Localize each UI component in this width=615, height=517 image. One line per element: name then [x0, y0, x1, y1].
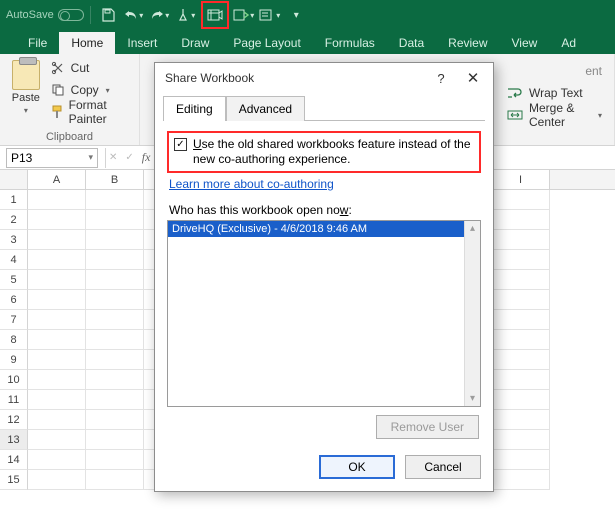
redo-button[interactable]: ▾ [149, 4, 171, 26]
scroll-up-icon[interactable]: ▴ [465, 221, 480, 236]
separator [90, 6, 91, 24]
name-box[interactable]: P13 ▾ [6, 148, 98, 168]
autosave-label: AutoSave [6, 9, 54, 21]
col-header[interactable]: I [492, 170, 550, 189]
share-workbook-dialog: Share Workbook ? ✕ Editing Advanced Use … [154, 62, 494, 492]
cut-button[interactable]: Cut [50, 58, 131, 78]
tab-home[interactable]: Home [59, 32, 115, 54]
clipboard-group: Paste ▾ Cut Copy ▾ [0, 54, 140, 145]
autosave-toggle[interactable]: AutoSave [6, 9, 84, 21]
tab-view[interactable]: View [500, 32, 550, 54]
learn-more-link[interactable]: Learn more about co-authoring [169, 177, 481, 191]
paste-button[interactable]: Paste ▾ [8, 58, 44, 115]
row-header[interactable]: 4 [0, 250, 28, 270]
copy-label: Copy [71, 83, 99, 97]
select-all-corner[interactable] [0, 170, 28, 190]
tab-page-layout[interactable]: Page Layout [221, 32, 312, 54]
customize-qat-icon[interactable]: ▾ [285, 4, 307, 26]
row-header[interactable]: 13 [0, 430, 28, 450]
help-button[interactable]: ? [427, 67, 455, 89]
share-workbook-icon[interactable] [204, 4, 226, 26]
share-workbook-qat-highlight [201, 1, 229, 29]
scroll-down-icon[interactable]: ▾ [465, 391, 480, 406]
col-header[interactable]: B [86, 170, 144, 189]
tab-data[interactable]: Data [387, 32, 436, 54]
row-header[interactable]: 7 [0, 310, 28, 330]
wrap-text-icon [507, 86, 523, 100]
listbox-scrollbar[interactable]: ▴ ▾ [464, 221, 480, 406]
format-painter-icon [50, 105, 64, 119]
row-header[interactable]: 14 [0, 450, 28, 470]
close-button[interactable]: ✕ [459, 67, 487, 89]
touch-mouse-mode-icon[interactable]: ▾ [175, 4, 197, 26]
tab-editing[interactable]: Editing [163, 96, 226, 121]
dialog-body: Use the old shared workbooks feature ins… [163, 120, 485, 445]
clipboard-group-label: Clipboard [8, 129, 131, 143]
merge-center-label: Merge & Center [529, 101, 590, 129]
chevron-down-icon: ▾ [88, 152, 93, 163]
who-has-open-label: Who has this workbook open now: [169, 203, 481, 217]
list-item[interactable]: DriveHQ (Exclusive) - 4/6/2018 9:46 AM [168, 221, 480, 237]
row-header[interactable]: 15 [0, 470, 28, 490]
name-box-value: P13 [11, 151, 32, 165]
cut-label: Cut [71, 61, 90, 75]
alignment-group-partial: ent Wrap Text Merge & Center ▾ [495, 54, 615, 145]
tab-formulas[interactable]: Formulas [313, 32, 387, 54]
use-old-shared-label: Use the old shared workbooks feature ins… [193, 137, 474, 167]
track-changes-icon[interactable]: ▾ [259, 4, 281, 26]
save-icon[interactable] [97, 4, 119, 26]
users-listbox[interactable]: DriveHQ (Exclusive) - 4/6/2018 9:46 AM ▴… [167, 220, 481, 407]
row-headers: 1 2 3 4 5 6 7 8 9 10 11 12 13 14 15 [0, 190, 28, 490]
paste-label: Paste [12, 92, 40, 104]
row-header[interactable]: 3 [0, 230, 28, 250]
tab-addins[interactable]: Ad [549, 32, 588, 54]
use-old-shared-checkbox[interactable] [174, 138, 187, 151]
row-header[interactable]: 9 [0, 350, 28, 370]
row-header[interactable]: 8 [0, 330, 28, 350]
tab-advanced[interactable]: Advanced [226, 96, 305, 121]
merge-center-button[interactable]: Merge & Center ▾ [503, 104, 606, 126]
row-header[interactable]: 6 [0, 290, 28, 310]
dialog-tabs: Editing Advanced [155, 95, 493, 120]
remove-user-button[interactable]: Remove User [376, 415, 479, 439]
dialog-titlebar: Share Workbook ? ✕ [155, 63, 493, 93]
dialog-title: Share Workbook [165, 71, 254, 85]
undo-button[interactable]: ▾ [123, 4, 145, 26]
merge-center-icon [507, 108, 523, 122]
tab-review[interactable]: Review [436, 32, 499, 54]
formula-input-area[interactable]: ✕ ✓ fx [109, 150, 150, 165]
partial-label: ent [585, 64, 602, 78]
row-header[interactable]: 1 [0, 190, 28, 210]
row-header[interactable]: 12 [0, 410, 28, 430]
format-painter-button[interactable]: Format Painter [50, 102, 131, 122]
row-header[interactable]: 2 [0, 210, 28, 230]
scissors-icon [50, 61, 66, 75]
copy-button[interactable]: Copy ▾ [50, 80, 131, 100]
ok-button[interactable]: OK [319, 455, 395, 479]
tab-insert[interactable]: Insert [115, 32, 169, 54]
title-bar: AutoSave ▾ ▾ ▾ ▾ ▾ ▾ [0, 0, 615, 30]
cancel-button[interactable]: Cancel [405, 455, 481, 479]
format-painter-label: Format Painter [69, 98, 131, 126]
dialog-footer: OK Cancel [155, 445, 493, 491]
protect-share-icon[interactable]: ▾ [233, 4, 255, 26]
autosave-switch-icon [58, 9, 84, 21]
ribbon-tabs: File Home Insert Draw Page Layout Formul… [0, 30, 615, 54]
use-old-shared-checkbox-row: Use the old shared workbooks feature ins… [167, 131, 481, 173]
row-header[interactable]: 10 [0, 370, 28, 390]
copy-icon [50, 83, 66, 97]
paste-icon [12, 60, 40, 90]
col-header[interactable]: A [28, 170, 86, 189]
row-header[interactable]: 5 [0, 270, 28, 290]
wrap-text-label: Wrap Text [529, 86, 583, 100]
tab-file[interactable]: File [16, 32, 59, 54]
tab-draw[interactable]: Draw [169, 32, 221, 54]
row-header[interactable]: 11 [0, 390, 28, 410]
